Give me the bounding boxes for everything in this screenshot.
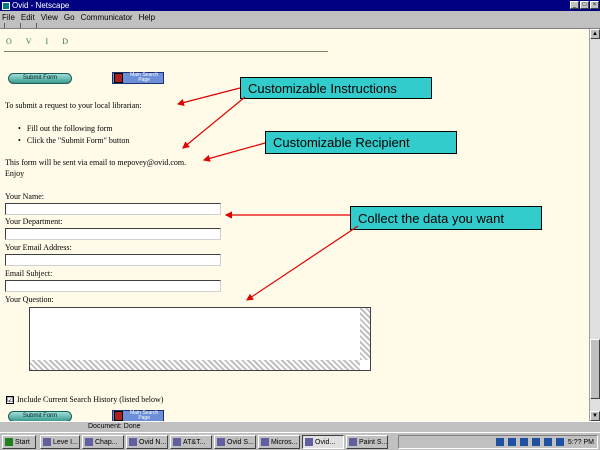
callout-instructions: Customizable Instructions (240, 77, 432, 99)
toolbar-grip[interactable] (20, 23, 30, 28)
start-button[interactable]: Start (2, 435, 36, 449)
tray-icon[interactable] (519, 438, 528, 446)
textarea-vertical-scrollbar[interactable] (360, 308, 370, 360)
menu-view[interactable]: View (41, 13, 58, 22)
email-field[interactable] (5, 254, 221, 266)
app-icon (85, 438, 93, 446)
maximize-button[interactable]: □ (580, 1, 589, 9)
app-icon (261, 438, 269, 446)
menu-communicator[interactable]: Communicator (81, 13, 133, 22)
status-text: Document: Done (88, 423, 141, 430)
tray-icon[interactable] (531, 438, 540, 446)
include-history-checkbox[interactable]: ☑ (6, 396, 14, 404)
menu-edit[interactable]: Edit (21, 13, 35, 22)
department-label: Your Department: (5, 217, 63, 226)
close-button[interactable]: × (590, 1, 599, 9)
instruction-bullet: Click the "Submit Form" button (18, 136, 130, 145)
menu-go[interactable]: Go (64, 13, 75, 22)
app-icon (173, 438, 181, 446)
app-icon (217, 438, 225, 446)
subject-field[interactable] (5, 280, 221, 292)
instructions-text: To submit a request to your local librar… (5, 101, 142, 110)
tray-icon[interactable] (507, 438, 516, 446)
ovid-logo: OVID (6, 37, 82, 46)
menu-bar: File Edit View Go Communicator Help (0, 11, 600, 23)
textarea-horizontal-scrollbar[interactable] (30, 360, 360, 370)
taskbar-item-active[interactable]: Ovid... (302, 435, 344, 449)
home-icon (114, 73, 124, 83)
submit-form-button-bottom[interactable]: Submit Form (8, 411, 72, 421)
recipient-text: This form will be sent via email to mepo… (5, 158, 187, 167)
toolbar-grip[interactable] (4, 23, 14, 28)
tray-icon[interactable] (495, 438, 504, 446)
app-icon (129, 438, 137, 446)
tray-icon[interactable] (543, 438, 552, 446)
window-controls: _ □ × (570, 1, 599, 9)
instruction-bullet: Fill out the following form (18, 124, 113, 133)
email-label: Your Email Address: (5, 243, 72, 252)
taskbar-item[interactable]: Ovid S... (214, 435, 256, 449)
scroll-up-arrow[interactable]: ▲ (590, 29, 600, 39)
submit-form-button[interactable]: Submit Form (8, 73, 72, 84)
speaker-icon[interactable] (555, 438, 564, 446)
name-label: Your Name: (5, 192, 44, 201)
status-bar: Document: Done (0, 421, 600, 432)
taskbar-item[interactable]: Leve I... (40, 435, 80, 449)
taskbar-item[interactable]: AT&T... (170, 435, 212, 449)
taskbar-item[interactable]: Ovid N... (126, 435, 168, 449)
page-scrollbar[interactable]: ▲ ▼ (589, 29, 600, 421)
department-field[interactable] (5, 228, 221, 240)
app-icon (43, 438, 51, 446)
taskbar-item[interactable]: Chap... (82, 435, 124, 449)
toolbar-grip[interactable] (36, 23, 46, 28)
minimize-button[interactable]: _ (570, 1, 579, 9)
callout-collect: Collect the data you want (350, 206, 542, 230)
divider (4, 51, 328, 52)
system-tray: 5:?? PM (398, 435, 598, 449)
taskbar: Start Leve I... Chap... Ovid N... AT&T..… (0, 432, 600, 450)
clock[interactable]: 5:?? PM (568, 439, 594, 446)
netscape-icon (2, 1, 10, 10)
subject-label: Email Subject: (5, 269, 53, 278)
question-textarea[interactable] (29, 307, 371, 371)
menu-help[interactable]: Help (139, 13, 155, 22)
main-search-page-button[interactable]: Main Search Page (112, 72, 164, 84)
name-field[interactable] (5, 203, 221, 215)
scroll-thumb[interactable] (590, 339, 600, 399)
windows-icon (5, 438, 13, 446)
callout-recipient: Customizable Recipient (265, 131, 457, 154)
main-search-page-button-bottom[interactable]: Main Search Page (112, 410, 164, 421)
app-icon (305, 438, 313, 446)
home-icon (114, 411, 124, 421)
enjoy-text: Enjoy (5, 169, 25, 178)
app-icon (349, 438, 357, 446)
taskbar-item[interactable]: Paint S... (346, 435, 388, 449)
include-history-label: Include Current Search History (listed b… (17, 395, 164, 404)
menu-file[interactable]: File (2, 13, 15, 22)
question-label: Your Question: (5, 295, 54, 304)
taskbar-item[interactable]: Micros... (258, 435, 300, 449)
title-bar: Ovid - Netscape _ □ × (0, 0, 600, 11)
scroll-down-arrow[interactable]: ▼ (590, 411, 600, 421)
window-title: Ovid - Netscape (12, 1, 70, 10)
